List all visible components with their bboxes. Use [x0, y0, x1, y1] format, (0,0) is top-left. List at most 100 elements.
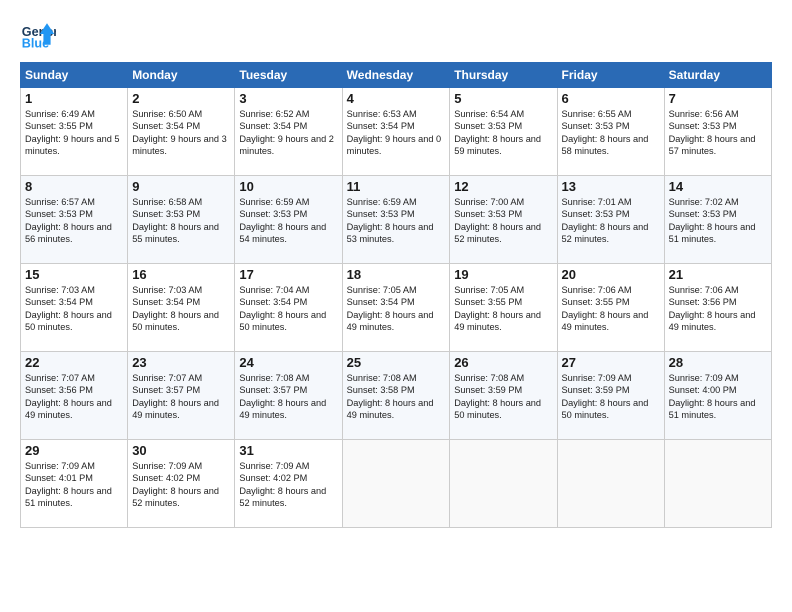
day-info: Sunrise: 7:06 AMSunset: 3:56 PMDaylight:…	[669, 285, 756, 332]
calendar-cell: 11 Sunrise: 6:59 AMSunset: 3:53 PMDaylig…	[342, 176, 450, 264]
calendar-cell: 5 Sunrise: 6:54 AMSunset: 3:53 PMDayligh…	[450, 88, 557, 176]
day-number: 19	[454, 267, 552, 282]
day-info: Sunrise: 7:09 AMSunset: 4:00 PMDaylight:…	[669, 373, 756, 420]
day-info: Sunrise: 7:08 AMSunset: 3:57 PMDaylight:…	[239, 373, 326, 420]
day-number: 31	[239, 443, 337, 458]
day-number: 20	[562, 267, 660, 282]
day-number: 5	[454, 91, 552, 106]
calendar-cell: 29 Sunrise: 7:09 AMSunset: 4:01 PMDaylig…	[21, 440, 128, 528]
calendar-cell: 14 Sunrise: 7:02 AMSunset: 3:53 PMDaylig…	[664, 176, 771, 264]
day-info: Sunrise: 7:09 AMSunset: 3:59 PMDaylight:…	[562, 373, 649, 420]
calendar-cell: 20 Sunrise: 7:06 AMSunset: 3:55 PMDaylig…	[557, 264, 664, 352]
day-number: 18	[347, 267, 446, 282]
day-info: Sunrise: 7:08 AMSunset: 3:59 PMDaylight:…	[454, 373, 541, 420]
weekday-header-sunday: Sunday	[21, 63, 128, 88]
day-number: 29	[25, 443, 123, 458]
day-number: 1	[25, 91, 123, 106]
calendar-cell: 25 Sunrise: 7:08 AMSunset: 3:58 PMDaylig…	[342, 352, 450, 440]
day-info: Sunrise: 6:50 AMSunset: 3:54 PMDaylight:…	[132, 109, 227, 156]
weekday-header-saturday: Saturday	[664, 63, 771, 88]
weekday-header-wednesday: Wednesday	[342, 63, 450, 88]
week-row-3: 15 Sunrise: 7:03 AMSunset: 3:54 PMDaylig…	[21, 264, 772, 352]
week-row-1: 1 Sunrise: 6:49 AMSunset: 3:55 PMDayligh…	[21, 88, 772, 176]
calendar-cell	[664, 440, 771, 528]
weekday-header-tuesday: Tuesday	[235, 63, 342, 88]
calendar-cell: 9 Sunrise: 6:58 AMSunset: 3:53 PMDayligh…	[128, 176, 235, 264]
calendar-table: SundayMondayTuesdayWednesdayThursdayFrid…	[20, 62, 772, 528]
day-number: 25	[347, 355, 446, 370]
logo-icon: General Blue	[20, 16, 56, 52]
day-number: 16	[132, 267, 230, 282]
day-info: Sunrise: 6:49 AMSunset: 3:55 PMDaylight:…	[25, 109, 120, 156]
day-number: 4	[347, 91, 446, 106]
day-info: Sunrise: 7:09 AMSunset: 4:02 PMDaylight:…	[239, 461, 326, 508]
calendar-cell: 7 Sunrise: 6:56 AMSunset: 3:53 PMDayligh…	[664, 88, 771, 176]
day-info: Sunrise: 6:58 AMSunset: 3:53 PMDaylight:…	[132, 197, 219, 244]
day-number: 2	[132, 91, 230, 106]
day-number: 12	[454, 179, 552, 194]
calendar-cell: 23 Sunrise: 7:07 AMSunset: 3:57 PMDaylig…	[128, 352, 235, 440]
day-number: 22	[25, 355, 123, 370]
day-info: Sunrise: 7:09 AMSunset: 4:01 PMDaylight:…	[25, 461, 112, 508]
calendar-cell: 27 Sunrise: 7:09 AMSunset: 3:59 PMDaylig…	[557, 352, 664, 440]
day-number: 21	[669, 267, 767, 282]
day-info: Sunrise: 7:01 AMSunset: 3:53 PMDaylight:…	[562, 197, 649, 244]
day-info: Sunrise: 7:06 AMSunset: 3:55 PMDaylight:…	[562, 285, 649, 332]
day-info: Sunrise: 7:05 AMSunset: 3:55 PMDaylight:…	[454, 285, 541, 332]
day-info: Sunrise: 7:03 AMSunset: 3:54 PMDaylight:…	[25, 285, 112, 332]
day-info: Sunrise: 7:04 AMSunset: 3:54 PMDaylight:…	[239, 285, 326, 332]
day-number: 3	[239, 91, 337, 106]
day-info: Sunrise: 7:08 AMSunset: 3:58 PMDaylight:…	[347, 373, 434, 420]
day-info: Sunrise: 7:09 AMSunset: 4:02 PMDaylight:…	[132, 461, 219, 508]
day-number: 13	[562, 179, 660, 194]
calendar-cell: 16 Sunrise: 7:03 AMSunset: 3:54 PMDaylig…	[128, 264, 235, 352]
calendar-cell	[342, 440, 450, 528]
day-info: Sunrise: 6:57 AMSunset: 3:53 PMDaylight:…	[25, 197, 112, 244]
calendar-cell: 21 Sunrise: 7:06 AMSunset: 3:56 PMDaylig…	[664, 264, 771, 352]
day-info: Sunrise: 7:07 AMSunset: 3:57 PMDaylight:…	[132, 373, 219, 420]
logo: General Blue	[20, 16, 56, 52]
day-number: 23	[132, 355, 230, 370]
calendar-cell: 22 Sunrise: 7:07 AMSunset: 3:56 PMDaylig…	[21, 352, 128, 440]
week-row-2: 8 Sunrise: 6:57 AMSunset: 3:53 PMDayligh…	[21, 176, 772, 264]
day-info: Sunrise: 7:02 AMSunset: 3:53 PMDaylight:…	[669, 197, 756, 244]
weekday-header-friday: Friday	[557, 63, 664, 88]
calendar-cell: 18 Sunrise: 7:05 AMSunset: 3:54 PMDaylig…	[342, 264, 450, 352]
weekday-header-row: SundayMondayTuesdayWednesdayThursdayFrid…	[21, 63, 772, 88]
day-number: 8	[25, 179, 123, 194]
day-number: 17	[239, 267, 337, 282]
calendar-cell	[450, 440, 557, 528]
day-number: 7	[669, 91, 767, 106]
day-info: Sunrise: 6:54 AMSunset: 3:53 PMDaylight:…	[454, 109, 541, 156]
day-info: Sunrise: 6:59 AMSunset: 3:53 PMDaylight:…	[239, 197, 326, 244]
day-info: Sunrise: 6:56 AMSunset: 3:53 PMDaylight:…	[669, 109, 756, 156]
calendar-cell: 1 Sunrise: 6:49 AMSunset: 3:55 PMDayligh…	[21, 88, 128, 176]
day-number: 14	[669, 179, 767, 194]
day-info: Sunrise: 7:03 AMSunset: 3:54 PMDaylight:…	[132, 285, 219, 332]
calendar-cell: 8 Sunrise: 6:57 AMSunset: 3:53 PMDayligh…	[21, 176, 128, 264]
calendar-cell: 2 Sunrise: 6:50 AMSunset: 3:54 PMDayligh…	[128, 88, 235, 176]
calendar-cell	[557, 440, 664, 528]
calendar-cell: 19 Sunrise: 7:05 AMSunset: 3:55 PMDaylig…	[450, 264, 557, 352]
day-number: 24	[239, 355, 337, 370]
day-number: 15	[25, 267, 123, 282]
calendar-cell: 30 Sunrise: 7:09 AMSunset: 4:02 PMDaylig…	[128, 440, 235, 528]
day-number: 30	[132, 443, 230, 458]
calendar-cell: 4 Sunrise: 6:53 AMSunset: 3:54 PMDayligh…	[342, 88, 450, 176]
calendar-cell: 17 Sunrise: 7:04 AMSunset: 3:54 PMDaylig…	[235, 264, 342, 352]
day-number: 6	[562, 91, 660, 106]
weekday-header-thursday: Thursday	[450, 63, 557, 88]
week-row-5: 29 Sunrise: 7:09 AMSunset: 4:01 PMDaylig…	[21, 440, 772, 528]
page: General Blue SundayMondayTuesdayWednesda…	[0, 0, 792, 538]
day-number: 10	[239, 179, 337, 194]
calendar-cell: 12 Sunrise: 7:00 AMSunset: 3:53 PMDaylig…	[450, 176, 557, 264]
calendar-cell: 10 Sunrise: 6:59 AMSunset: 3:53 PMDaylig…	[235, 176, 342, 264]
day-info: Sunrise: 6:52 AMSunset: 3:54 PMDaylight:…	[239, 109, 334, 156]
weekday-header-monday: Monday	[128, 63, 235, 88]
day-number: 27	[562, 355, 660, 370]
calendar-cell: 3 Sunrise: 6:52 AMSunset: 3:54 PMDayligh…	[235, 88, 342, 176]
calendar-cell: 26 Sunrise: 7:08 AMSunset: 3:59 PMDaylig…	[450, 352, 557, 440]
day-info: Sunrise: 7:07 AMSunset: 3:56 PMDaylight:…	[25, 373, 112, 420]
day-info: Sunrise: 6:55 AMSunset: 3:53 PMDaylight:…	[562, 109, 649, 156]
day-number: 28	[669, 355, 767, 370]
